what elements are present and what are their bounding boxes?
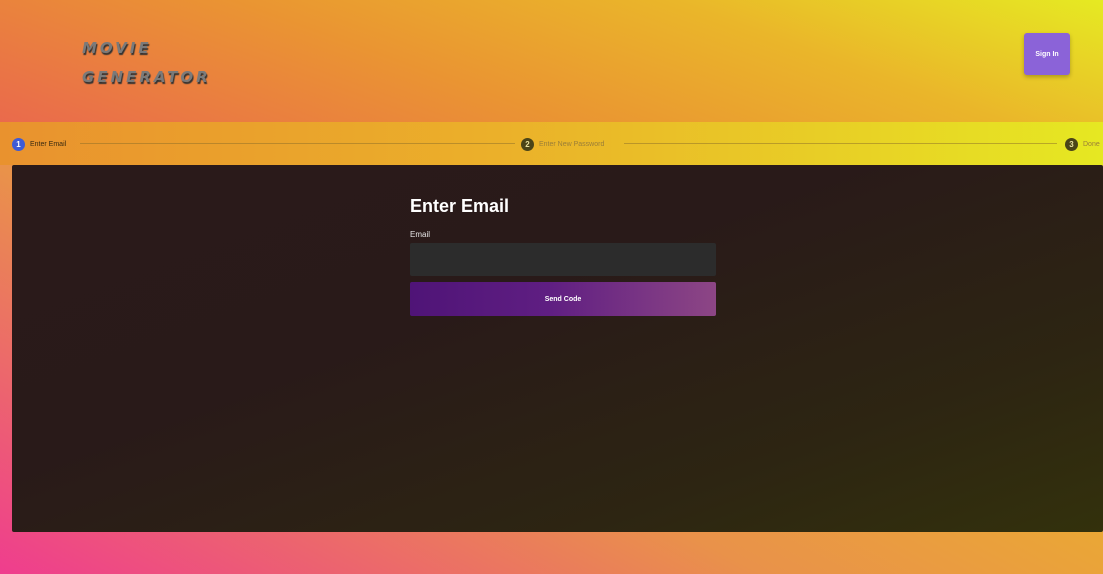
email-field[interactable] xyxy=(410,243,716,276)
sign-in-button[interactable]: Sign In xyxy=(1024,33,1070,75)
step-done: 3 Done xyxy=(1065,137,1100,151)
logo-line-generator: GENERATOR xyxy=(82,68,211,86)
form-title: Enter Email xyxy=(410,196,510,216)
step-label-1: Enter Email xyxy=(30,140,67,148)
step-connector-1 xyxy=(80,143,515,144)
step-number-2: 2 xyxy=(521,137,534,151)
step-enter-email: 1 Enter Email xyxy=(12,137,66,151)
email-label: Email xyxy=(410,230,431,239)
app-logo[interactable]: MOVIE GENERATOR xyxy=(82,34,242,92)
step-label-2: Enter New Password xyxy=(539,140,605,148)
reset-form-panel: Enter Email Email Send Code xyxy=(12,165,1103,532)
step-enter-new-password: 2 Enter New Password xyxy=(521,137,604,151)
step-label-3: Done xyxy=(1083,140,1100,148)
logo-line-movie: MOVIE xyxy=(82,39,152,57)
step-number-1: 1 xyxy=(12,137,25,151)
app-header: MOVIE GENERATOR Sign In xyxy=(0,0,1103,122)
step-connector-2 xyxy=(624,143,1057,144)
step-number-3: 3 xyxy=(1065,137,1078,151)
send-code-button[interactable]: Send Code xyxy=(410,282,716,316)
